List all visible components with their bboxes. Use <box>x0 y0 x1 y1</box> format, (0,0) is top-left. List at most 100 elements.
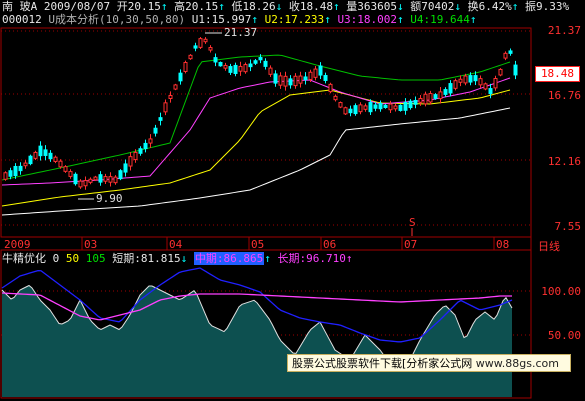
candle <box>68 171 73 177</box>
candle <box>193 45 198 49</box>
time-label-08: 08 <box>496 238 510 251</box>
high-mark-label: 21.37 <box>224 26 257 39</box>
banner-url: www.88gs.com <box>475 357 559 370</box>
candle <box>328 83 333 93</box>
candle <box>333 95 338 101</box>
current-price-tag: 18.48 <box>535 66 580 82</box>
price-label-bottom: 7.55 <box>554 220 582 233</box>
indicator-level-105: 105 <box>85 252 106 265</box>
website-banner[interactable]: 股票公式股票软件下载[分析家公式网 www.88gs.com <box>287 354 571 372</box>
candle <box>83 180 88 187</box>
candle <box>488 88 493 95</box>
candle <box>233 64 238 74</box>
candle <box>413 99 418 105</box>
candle <box>98 174 103 183</box>
stock-chart-window: 南 玻A 2009/08/07 开20.15↑ 高20.15↑ 低18.26↓ … <box>0 0 585 401</box>
candle <box>118 170 123 180</box>
candle <box>343 107 348 115</box>
candle <box>103 176 108 182</box>
candle <box>358 104 363 113</box>
candle <box>48 152 53 160</box>
indicator-name[interactable]: 牛精优化 <box>2 252 46 265</box>
period-daily-button[interactable]: 日线 <box>538 238 560 254</box>
candle <box>453 80 458 89</box>
candle <box>293 75 298 87</box>
candle <box>218 61 223 67</box>
candle <box>508 50 513 54</box>
time-label-07: 07 <box>404 238 418 251</box>
candle <box>238 65 243 72</box>
candle <box>128 156 133 167</box>
candle <box>313 68 318 78</box>
candle <box>3 172 8 180</box>
candle <box>283 75 288 87</box>
candle <box>353 105 358 115</box>
candle <box>258 57 263 61</box>
candle <box>38 145 43 157</box>
candle <box>183 62 188 72</box>
candle <box>423 93 428 105</box>
candle <box>308 71 313 80</box>
candle <box>63 166 68 172</box>
candle <box>443 89 448 95</box>
indicator-level-50: 50 <box>65 252 80 265</box>
candle <box>503 52 508 59</box>
candle <box>173 84 178 90</box>
candle <box>458 78 463 83</box>
time-label-2009: 2009 <box>4 238 31 251</box>
candle <box>23 162 28 167</box>
candle <box>143 142 148 150</box>
candle <box>383 104 388 109</box>
time-label-06: 06 <box>323 238 337 251</box>
candle <box>513 64 518 76</box>
candle <box>273 73 278 84</box>
candle <box>188 54 193 60</box>
candle <box>253 60 258 64</box>
candle <box>473 75 478 82</box>
candle <box>393 105 398 110</box>
candle <box>133 151 138 161</box>
sell-signal-marker: S <box>409 216 416 229</box>
candle <box>263 60 268 67</box>
price-label: 12.16 <box>547 155 581 168</box>
candle <box>113 176 118 184</box>
short-term-value: 短期:81.815 <box>112 252 181 265</box>
candle <box>243 64 248 73</box>
candle <box>93 176 98 181</box>
candle <box>408 100 413 109</box>
candle <box>123 163 128 173</box>
candle <box>163 102 168 113</box>
kline-chart[interactable]: 21.37 9.90 S <box>0 0 585 401</box>
candle <box>208 47 213 51</box>
low-mark-label: 9.90 <box>96 192 123 205</box>
price-label-top: 21.37 <box>547 24 581 37</box>
candle <box>108 176 113 183</box>
indicator-label-100: 100.00 <box>541 285 581 298</box>
candle <box>248 63 253 68</box>
time-label-04: 04 <box>169 238 183 251</box>
candle <box>223 64 228 69</box>
candle <box>438 91 443 100</box>
candle <box>73 173 78 185</box>
candle <box>398 104 403 111</box>
candle <box>433 94 438 99</box>
candle <box>318 65 323 76</box>
candle <box>468 75 473 83</box>
indicator-title-bar: 牛精优化 0 50 105 短期:81.815↓ 中期:86.865↑ 长期:9… <box>2 252 353 265</box>
candle <box>303 76 308 81</box>
candle <box>203 38 208 43</box>
candle <box>388 103 393 111</box>
candle <box>428 93 433 103</box>
candle <box>338 102 343 108</box>
candle <box>18 165 23 172</box>
candle <box>58 160 63 168</box>
candle <box>213 57 218 63</box>
time-axis-ticks <box>81 237 495 250</box>
candle <box>138 148 143 154</box>
candle <box>403 101 408 111</box>
mid-term-value: 中期:86.865 <box>193 252 265 265</box>
candle <box>448 83 453 94</box>
candle <box>168 94 173 100</box>
candle <box>278 75 283 86</box>
candle <box>378 102 383 110</box>
